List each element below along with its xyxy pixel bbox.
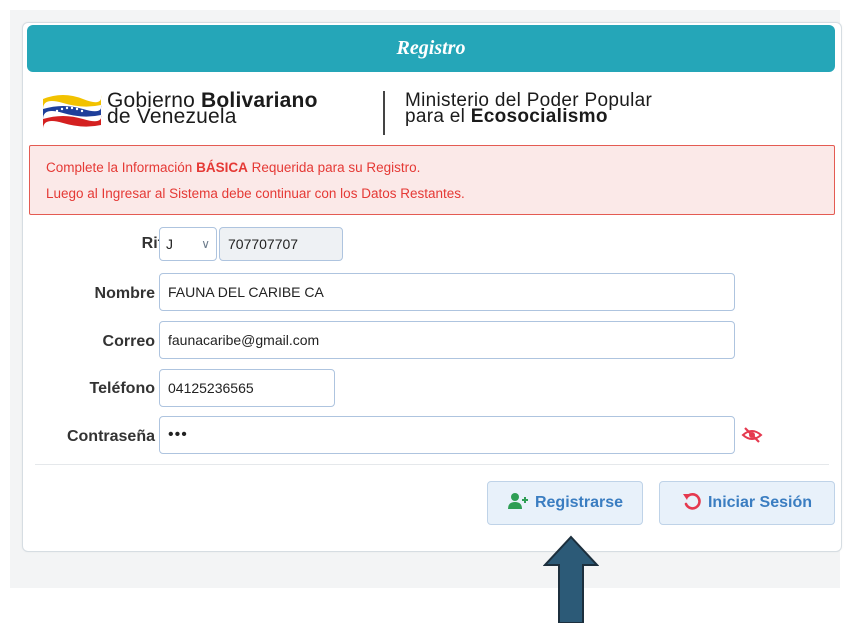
eye-slash-icon[interactable] [741, 424, 763, 446]
brand-divider [383, 91, 385, 135]
telefono-label: Teléfono [89, 380, 155, 397]
contrasena-input[interactable]: ••• [159, 416, 735, 454]
government-branding: Gobierno Bolivariano de Venezuela Minist… [39, 89, 779, 139]
register-button[interactable]: Registrarse [487, 481, 643, 525]
alert-text: Complete la Información [46, 160, 197, 175]
ministry-line2-bold: Ecosocialismo [470, 106, 608, 127]
login-label: Iniciar Sesión [707, 494, 813, 511]
chevron-down-icon: ∨ [201, 237, 210, 251]
correo-label: Correo [102, 333, 155, 350]
info-alert: Complete la Información BÁSICA Requerida… [29, 145, 835, 215]
rif-number-value: 707707707 [228, 236, 299, 252]
up-arrow-icon [542, 535, 600, 624]
rif-number-input[interactable]: 707707707 [219, 227, 343, 261]
correo-value: faunacaribe@gmail.com [168, 332, 320, 348]
rif-type-select[interactable]: J ∨ [159, 227, 217, 261]
telefono-input[interactable]: 04125236565 [159, 369, 335, 407]
nombre-input[interactable]: FAUNA DEL CARIBE CA [159, 273, 735, 311]
telefono-value: 04125236565 [168, 380, 254, 396]
registration-card: Registro Gobierno Bolivariano de Venezue… [22, 22, 842, 552]
alert-line-1: Complete la Información BÁSICA Requerida… [46, 160, 420, 175]
alert-text: Requerida para su Registro. [247, 160, 421, 175]
ministry-line2-prefix: para el [405, 106, 471, 127]
rif-type-value: J [166, 236, 173, 252]
government-name: Gobierno Bolivariano de Venezuela [107, 90, 318, 127]
form-divider [35, 464, 829, 465]
alert-bold-text: BÁSICA [196, 160, 248, 175]
alert-line-2: Luego al Ingresar al Sistema debe contin… [46, 186, 465, 201]
rif-label: Rif [141, 235, 163, 252]
card-header: Registro [27, 25, 835, 72]
undo-icon [682, 491, 702, 516]
contrasena-value: ••• [168, 426, 188, 443]
nombre-label: Nombre [94, 285, 155, 302]
venezuela-flag-icon [39, 89, 105, 129]
login-button[interactable]: Iniciar Sesión [659, 481, 835, 525]
nombre-value: FAUNA DEL CARIBE CA [168, 284, 324, 300]
card-title: Registro [396, 37, 466, 59]
user-plus-icon [507, 492, 529, 515]
correo-input[interactable]: faunacaribe@gmail.com [159, 321, 735, 359]
contrasena-label: Contraseña [66, 428, 155, 445]
register-label: Registrarse [534, 494, 624, 511]
ministry-name: Ministerio del Poder Popular para el Eco… [405, 91, 652, 127]
